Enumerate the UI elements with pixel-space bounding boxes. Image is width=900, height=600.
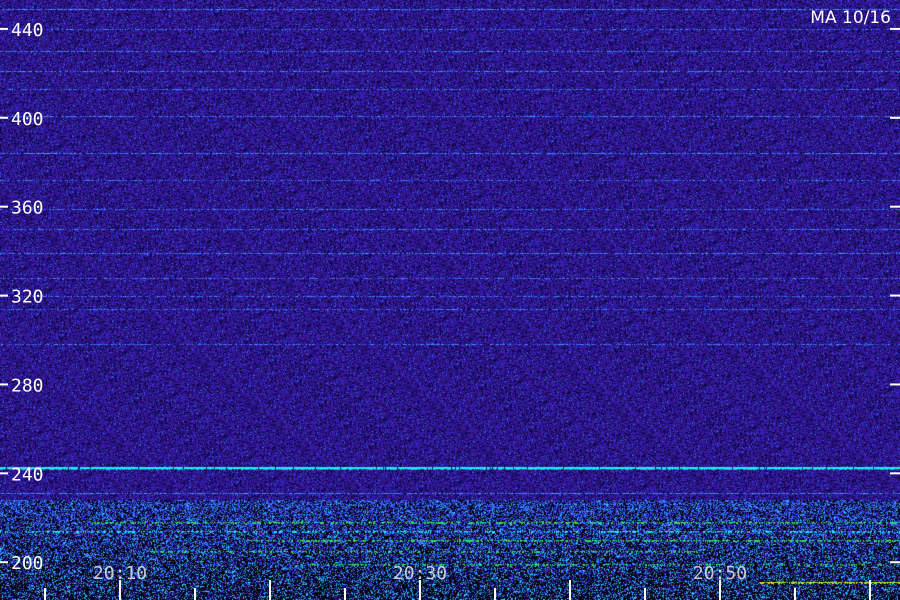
y-tick-320: 320	[0, 287, 900, 308]
y-tick-400: 400	[0, 109, 900, 130]
x-tick-label: 20:10	[93, 563, 147, 584]
y-tick-label: 200	[11, 553, 44, 574]
y-tick-label: 240	[11, 464, 44, 485]
x-tick-label: 20:30	[393, 563, 447, 584]
y-tick-label: 320	[11, 287, 44, 308]
axes-overlay: MA 10/16 440 400 360 320 280 240 200 20:10 20:30…	[0, 8, 900, 600]
y-tick-label: 360	[11, 198, 44, 219]
spectrogram-chart: MA 10/16 440 400 360 320 280 240 200 20:10 20:30…	[0, 0, 900, 600]
y-tick-360: 360	[0, 198, 900, 219]
y-tick-label: 280	[11, 375, 44, 396]
y-tick-label: 400	[11, 109, 44, 130]
y-tick-240: 240	[0, 464, 900, 485]
y-tick-440: 440	[0, 20, 900, 41]
y-tick-280: 280	[0, 375, 900, 396]
chart-title: MA 10/16	[810, 8, 891, 28]
y-tick-label: 440	[11, 20, 44, 41]
x-tick-label: 20:50	[693, 563, 747, 584]
